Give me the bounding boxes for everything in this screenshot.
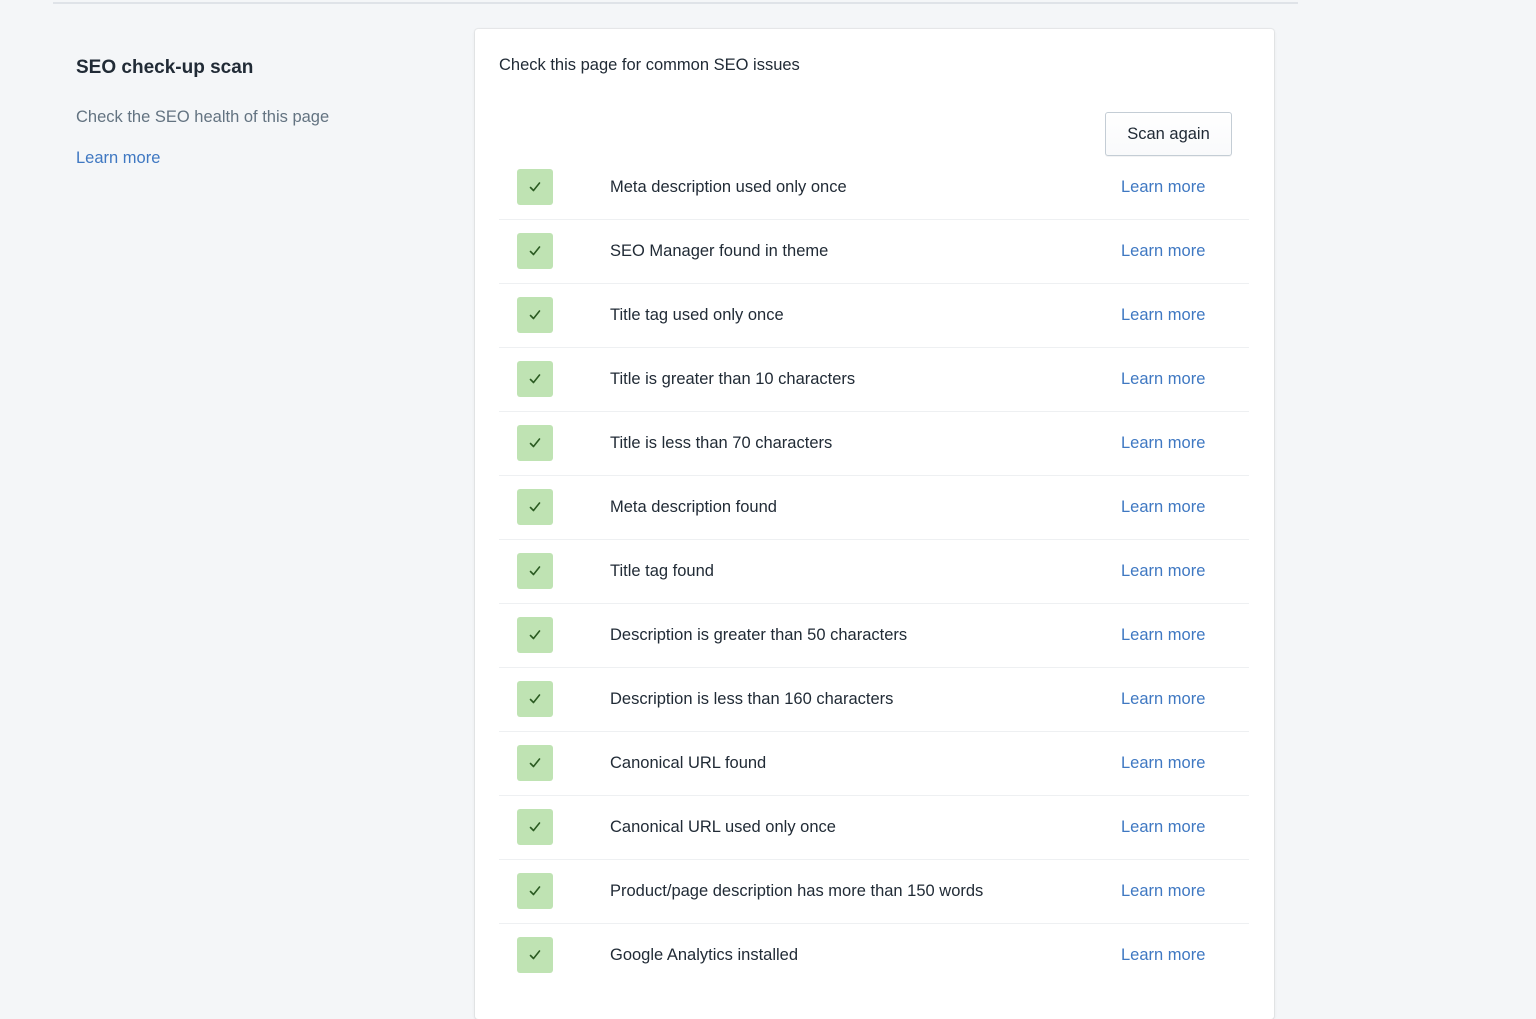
check-learn-more-link[interactable]: Learn more	[1121, 369, 1205, 389]
check-label: Meta description used only once	[610, 178, 847, 196]
check-status-badge	[517, 681, 553, 717]
check-learn-more-link[interactable]: Learn more	[1121, 497, 1205, 517]
check-learn-more-link[interactable]: Learn more	[1121, 817, 1205, 837]
check-learn-more-link[interactable]: Learn more	[1121, 305, 1205, 325]
check-learn-more-link[interactable]: Learn more	[1121, 433, 1205, 453]
check-status-badge	[517, 233, 553, 269]
check-row: Title is greater than 10 characters Lear…	[499, 348, 1249, 412]
check-row: Meta description used only once Learn mo…	[499, 156, 1249, 220]
section-learn-more-link[interactable]: Learn more	[76, 148, 160, 168]
seo-checks-card: Check this page for common SEO issues Sc…	[475, 29, 1274, 1019]
check-label: Canonical URL used only once	[610, 818, 836, 836]
checkmark-icon	[529, 310, 541, 320]
check-status-badge	[517, 361, 553, 397]
check-status-badge	[517, 937, 553, 973]
checkmark-icon	[529, 438, 541, 448]
checkmark-icon	[529, 374, 541, 384]
check-learn-more-link[interactable]: Learn more	[1121, 625, 1205, 645]
checkmark-icon	[529, 502, 541, 512]
checkmark-icon	[529, 182, 541, 192]
check-status-badge	[517, 809, 553, 845]
check-label: Description is less than 160 characters	[610, 690, 894, 708]
section-intro: SEO check-up scan Check the SEO health o…	[76, 56, 436, 168]
check-status-badge	[517, 873, 553, 909]
checkmark-icon	[529, 566, 541, 576]
check-label: Title is less than 70 characters	[610, 434, 833, 452]
check-status-badge	[517, 553, 553, 589]
section-description: Check the SEO health of this page	[76, 108, 330, 126]
check-learn-more-link[interactable]: Learn more	[1121, 881, 1205, 901]
check-learn-more-link[interactable]: Learn more	[1121, 561, 1205, 581]
check-label: Title tag used only once	[610, 306, 784, 324]
check-learn-more-link[interactable]: Learn more	[1121, 945, 1205, 965]
check-learn-more-link[interactable]: Learn more	[1121, 241, 1205, 261]
checkmark-icon	[529, 758, 541, 768]
check-learn-more-link[interactable]: Learn more	[1121, 689, 1205, 709]
checkmark-icon	[529, 886, 541, 896]
top-divider	[53, 2, 1298, 4]
check-status-badge	[517, 617, 553, 653]
card-heading: Check this page for common SEO issues	[499, 56, 800, 74]
check-row: Title is less than 70 characters Learn m…	[499, 412, 1249, 476]
check-row: Canonical URL used only once Learn more	[499, 796, 1249, 860]
check-status-badge	[517, 169, 553, 205]
check-row: Description is greater than 50 character…	[499, 604, 1249, 668]
check-list: Meta description used only once Learn mo…	[499, 156, 1249, 987]
check-label: Canonical URL found	[610, 754, 767, 772]
check-label: Title tag found	[610, 562, 714, 580]
check-row: Product/page description has more than 1…	[499, 860, 1249, 924]
scan-again-button[interactable]: Scan again	[1105, 112, 1232, 156]
check-row: Description is less than 160 characters …	[499, 668, 1249, 732]
section-title: SEO check-up scan	[76, 57, 254, 78]
checkmark-icon	[529, 822, 541, 832]
checkmark-icon	[529, 694, 541, 704]
check-row: SEO Manager found in theme Learn more	[499, 220, 1249, 284]
check-status-badge	[517, 425, 553, 461]
check-status-badge	[517, 297, 553, 333]
check-row: Canonical URL found Learn more	[499, 732, 1249, 796]
checkmark-icon	[529, 246, 541, 256]
check-learn-more-link[interactable]: Learn more	[1121, 177, 1205, 197]
check-label: Meta description found	[610, 498, 777, 516]
checkmark-icon	[529, 630, 541, 640]
check-row: Google Analytics installed Learn more	[499, 924, 1249, 987]
check-learn-more-link[interactable]: Learn more	[1121, 753, 1205, 773]
check-label: SEO Manager found in theme	[610, 242, 829, 260]
check-status-badge	[517, 745, 553, 781]
check-label: Product/page description has more than 1…	[610, 882, 984, 900]
check-row: Meta description found Learn more	[499, 476, 1249, 540]
checkmark-icon	[529, 950, 541, 960]
check-label: Google Analytics installed	[610, 946, 799, 964]
check-status-badge	[517, 489, 553, 525]
check-row: Title tag used only once Learn more	[499, 284, 1249, 348]
check-label: Description is greater than 50 character…	[610, 626, 908, 644]
check-row: Title tag found Learn more	[499, 540, 1249, 604]
check-label: Title is greater than 10 characters	[610, 370, 856, 388]
